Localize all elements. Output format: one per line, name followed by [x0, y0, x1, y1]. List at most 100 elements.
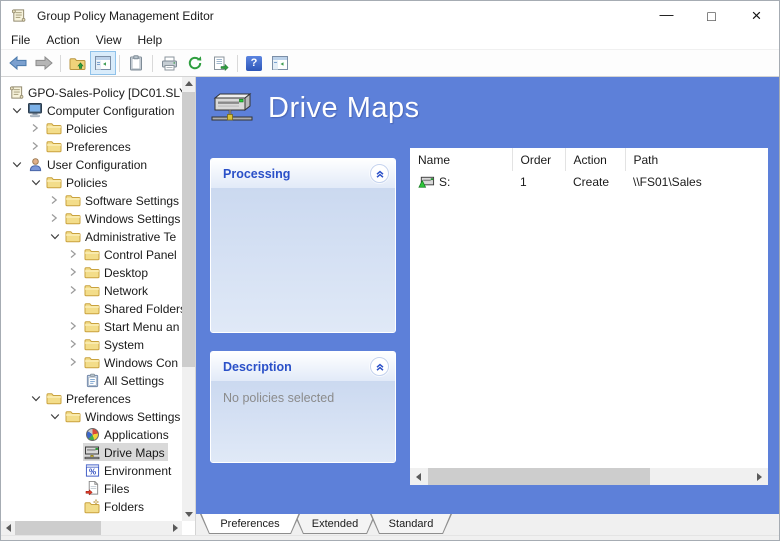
- tree-item-folders[interactable]: Folders: [1, 497, 182, 515]
- scroll-right-icon[interactable]: [168, 521, 182, 535]
- tree-item-core[interactable]: Computer Configuration: [26, 101, 177, 119]
- menu-help[interactable]: Help: [130, 31, 171, 49]
- tree-item-computer-configuration[interactable]: Computer Configuration: [1, 101, 182, 119]
- tree-item-software-settings[interactable]: Software Settings: [1, 191, 182, 209]
- chevron-collapsed-icon[interactable]: [64, 321, 83, 331]
- tree-vertical-scrollbar[interactable]: [182, 77, 195, 521]
- tree-item-system[interactable]: System: [1, 335, 182, 353]
- collapse-panel-button[interactable]: [370, 164, 389, 183]
- column-header-path[interactable]: Path: [625, 148, 768, 171]
- chevron-expanded-icon[interactable]: [26, 394, 45, 403]
- chevron-expanded-icon[interactable]: [45, 232, 64, 241]
- back-button[interactable]: [5, 51, 31, 75]
- tree-item-core[interactable]: Preferences: [45, 137, 134, 155]
- menu-file[interactable]: File: [3, 31, 38, 49]
- minimize-button[interactable]: —: [644, 1, 689, 30]
- tree-hscroll-thumb[interactable]: [15, 521, 101, 535]
- tree-vscroll-thumb[interactable]: [182, 92, 195, 368]
- tree-item-core[interactable]: Windows Settings: [64, 209, 182, 227]
- chevron-collapsed-icon[interactable]: [64, 339, 83, 349]
- chevron-collapsed-icon[interactable]: [45, 195, 64, 205]
- chevron-expanded-icon[interactable]: [45, 412, 64, 421]
- print-button[interactable]: [156, 51, 182, 75]
- tree-horizontal-scrollbar[interactable]: [1, 521, 182, 535]
- tree-item-preferences[interactable]: Preferences: [1, 389, 182, 407]
- tree-item-user-configuration[interactable]: User Configuration: [1, 155, 182, 173]
- table-row[interactable]: S: 1 Create \\FS01\Sales: [410, 171, 768, 192]
- tree-item-all-settings[interactable]: All Settings: [1, 371, 182, 389]
- tree-item-core[interactable]: Windows Settings: [64, 407, 182, 425]
- column-header-name[interactable]: Name: [410, 148, 513, 171]
- scroll-right-icon[interactable]: [751, 468, 768, 485]
- tree-item-administrative-te[interactable]: Administrative Te: [1, 227, 182, 245]
- tree-item-windows-settings[interactable]: Windows Settings: [1, 407, 182, 425]
- tree-item-core[interactable]: Start Menu an: [83, 317, 182, 335]
- chevron-expanded-icon[interactable]: [7, 160, 26, 169]
- chevron-collapsed-icon[interactable]: [26, 123, 45, 133]
- chevron-collapsed-icon[interactable]: [45, 213, 64, 223]
- tree-item-start-menu-an[interactable]: Start Menu an: [1, 317, 182, 335]
- clipboard-button[interactable]: [123, 51, 149, 75]
- chevron-expanded-icon[interactable]: [7, 106, 26, 115]
- tree-item-core[interactable]: Desktop: [83, 263, 151, 281]
- scroll-down-icon[interactable]: [182, 508, 195, 521]
- up-one-level-button[interactable]: [64, 51, 90, 75]
- help-button[interactable]: ?: [241, 51, 267, 75]
- tab-standard[interactable]: Standard: [370, 514, 452, 534]
- tree-item-core[interactable]: Software Settings: [64, 191, 182, 209]
- chevron-collapsed-icon[interactable]: [64, 357, 83, 367]
- console-tree-button[interactable]: [90, 51, 116, 75]
- tree-item-gpo-sales-policy-dc01-sly[interactable]: GPO-Sales-Policy [DC01.SLY: [1, 83, 182, 101]
- list-hscroll-thumb[interactable]: [428, 468, 650, 485]
- tree-item-drive-maps[interactable]: Drive Maps: [1, 443, 182, 461]
- tree-item-core[interactable]: User Configuration: [26, 155, 150, 173]
- menu-view[interactable]: View: [88, 31, 130, 49]
- tab-preferences[interactable]: Preferences: [200, 514, 300, 534]
- tree-item-windows-con[interactable]: Windows Con: [1, 353, 182, 371]
- scroll-left-icon[interactable]: [1, 521, 15, 535]
- tree-item-desktop[interactable]: Desktop: [1, 263, 182, 281]
- tree-item-core[interactable]: % Environment: [83, 461, 174, 479]
- tree-item-core[interactable]: Control Panel: [83, 245, 180, 263]
- tree-item-core[interactable]: System: [83, 335, 147, 353]
- tree-item-core[interactable]: All Settings: [83, 371, 167, 389]
- chevron-collapsed-icon[interactable]: [64, 267, 83, 277]
- tree-item-core[interactable]: Applications: [83, 425, 172, 443]
- tree-item-files[interactable]: Files: [1, 479, 182, 497]
- export-list-button[interactable]: [208, 51, 234, 75]
- chevron-collapsed-icon[interactable]: [64, 285, 83, 295]
- close-button[interactable]: ×: [734, 1, 779, 30]
- refresh-button[interactable]: [182, 51, 208, 75]
- list-horizontal-scrollbar[interactable]: [410, 468, 768, 485]
- tree-item-core[interactable]: Policies: [45, 119, 110, 137]
- scroll-up-icon[interactable]: [182, 77, 195, 90]
- tree-item-core[interactable]: Administrative Te: [64, 227, 179, 245]
- column-header-order[interactable]: Order: [512, 148, 566, 171]
- tree-item-environment[interactable]: % Environment: [1, 461, 182, 479]
- chevron-collapsed-icon[interactable]: [26, 141, 45, 151]
- tree-item-core[interactable]: Shared Folders: [83, 299, 182, 317]
- scroll-left-icon[interactable]: [410, 468, 427, 485]
- tree-item-core[interactable]: Windows Con: [83, 353, 181, 371]
- tree-item-control-panel[interactable]: Control Panel: [1, 245, 182, 263]
- maximize-button[interactable]: □: [689, 1, 734, 30]
- tree-item-applications[interactable]: Applications: [1, 425, 182, 443]
- action-pane-button[interactable]: [267, 51, 293, 75]
- tree-item-core[interactable]: Preferences: [45, 389, 134, 407]
- collapse-panel-button[interactable]: [370, 357, 389, 376]
- menu-action[interactable]: Action: [38, 31, 87, 49]
- chevron-expanded-icon[interactable]: [26, 178, 45, 187]
- tree-item-core[interactable]: GPO-Sales-Policy [DC01.SLY: [7, 83, 182, 101]
- chevron-collapsed-icon[interactable]: [64, 249, 83, 259]
- tree-item-core[interactable]: Network: [83, 281, 151, 299]
- tree-item-policies[interactable]: Policies: [1, 119, 182, 137]
- tree-item-core[interactable]: Policies: [45, 173, 110, 191]
- column-header-action[interactable]: Action: [565, 148, 626, 171]
- tree-item-core[interactable]: Files: [83, 479, 132, 497]
- tree-item-shared-folders[interactable]: Shared Folders: [1, 299, 182, 317]
- tree-item-network[interactable]: Network: [1, 281, 182, 299]
- forward-button[interactable]: [31, 51, 57, 75]
- tree-item-core[interactable]: Drive Maps: [83, 443, 168, 461]
- tree-item-preferences[interactable]: Preferences: [1, 137, 182, 155]
- tree-item-core[interactable]: Folders: [83, 497, 147, 515]
